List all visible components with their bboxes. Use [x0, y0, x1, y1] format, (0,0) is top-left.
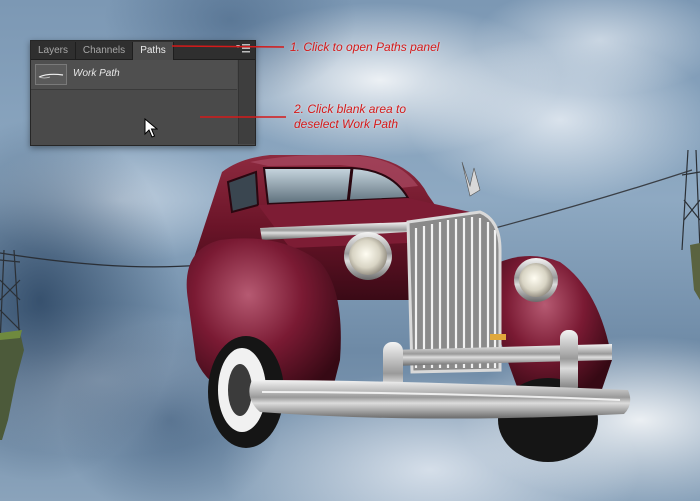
step1-annotation: 1. Click to open Paths panel	[290, 40, 440, 54]
step2-annotation-line1: 2. Click blank area to	[294, 102, 407, 116]
annotation-lines	[171, 45, 286, 118]
step2-annotation: 2. Click blank area to deselect Work Pat…	[294, 102, 406, 132]
step1-pointer-line	[171, 45, 285, 48]
step2-annotation-line2: deselect Work Path	[294, 117, 399, 131]
